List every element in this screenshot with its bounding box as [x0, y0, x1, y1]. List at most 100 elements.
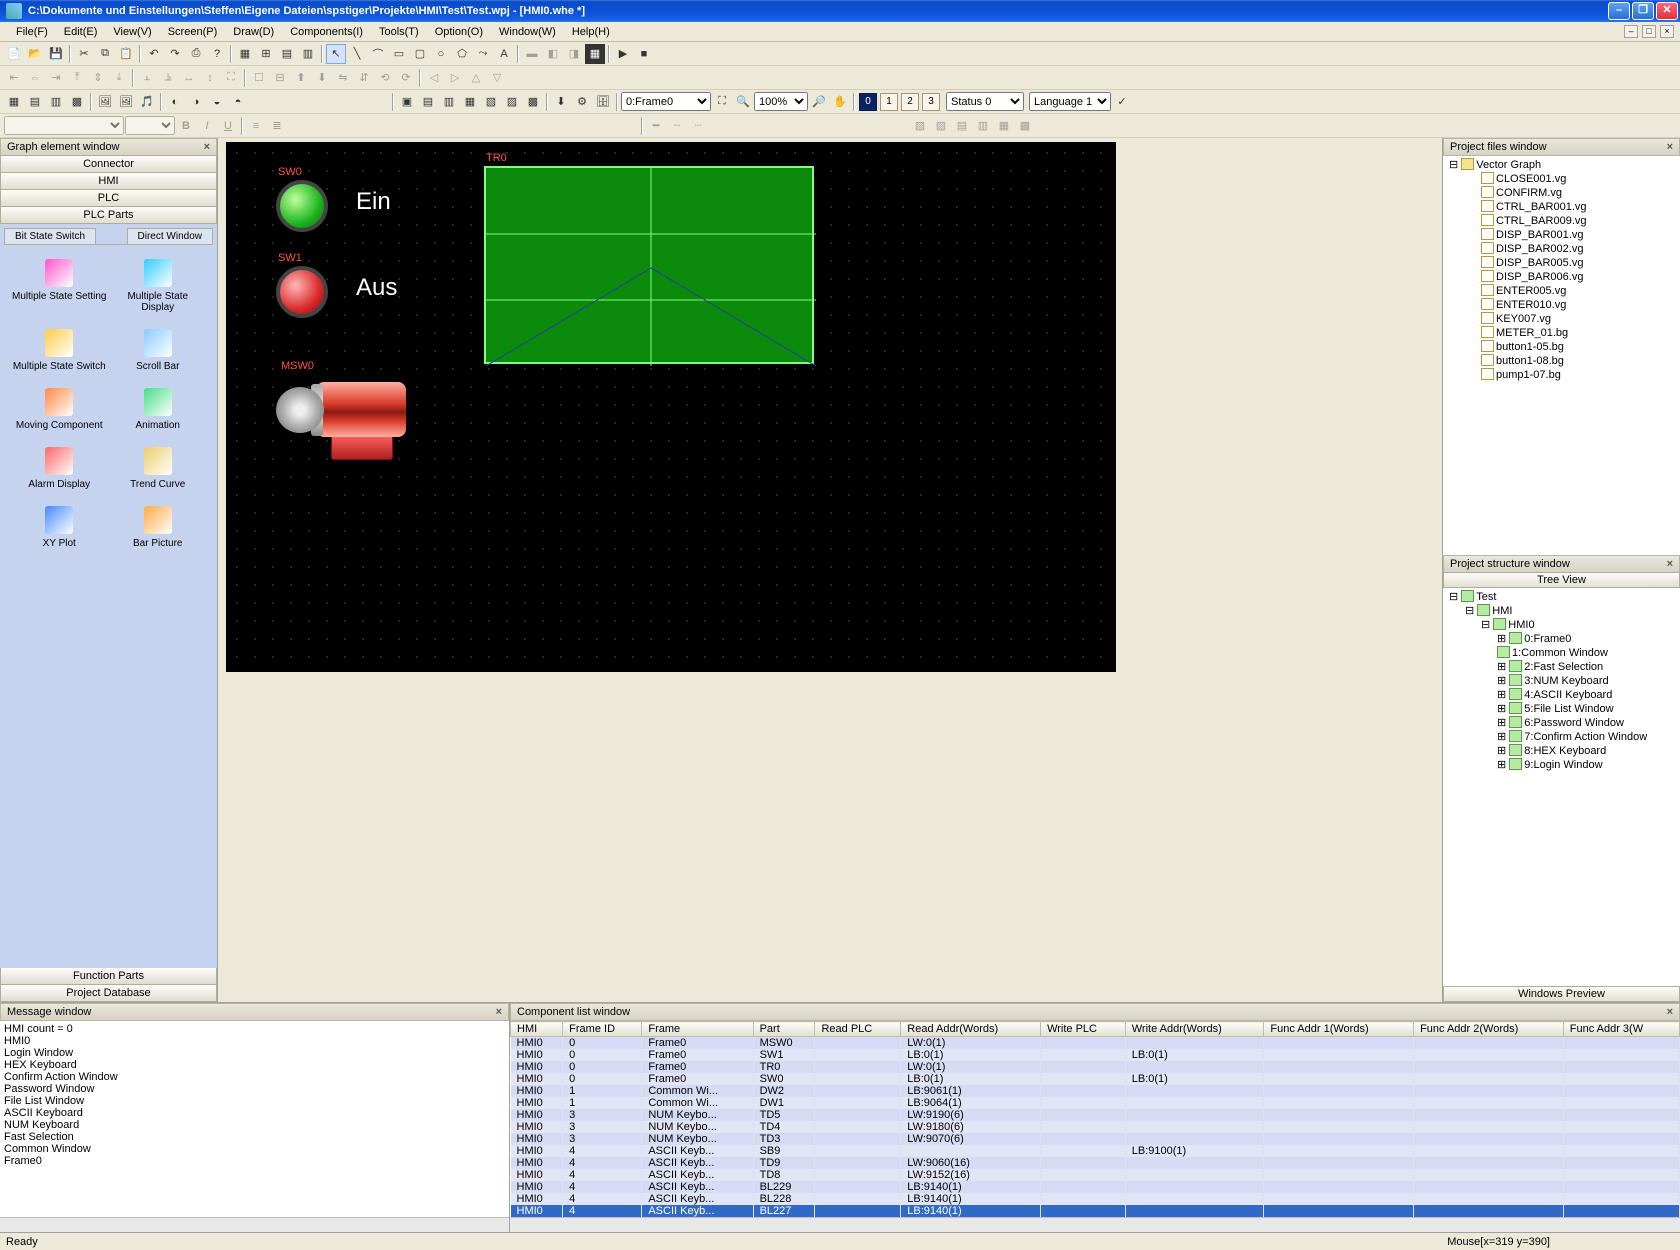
print-icon[interactable]: ⎙	[186, 44, 206, 64]
project-structure-close-icon[interactable]: ×	[1667, 558, 1673, 570]
status-dropdown[interactable]: Status 0	[946, 92, 1024, 111]
group-icon[interactable]: ☐	[249, 68, 269, 88]
state-1-button[interactable]: 1	[880, 93, 898, 111]
tb3-a-icon[interactable]: ▦	[4, 92, 24, 112]
menu-file[interactable]: File(F)	[8, 24, 56, 40]
mdi-close-button[interactable]: ×	[1660, 25, 1674, 38]
lamp-sw1[interactable]	[276, 266, 328, 318]
text-icon[interactable]: A	[494, 44, 514, 64]
align-right-icon[interactable]: ⇥	[46, 68, 66, 88]
table-row[interactable]: HMI04ASCII Keyb...BL228LB:9140(1)	[511, 1193, 1680, 1205]
message-window-close-icon[interactable]: ×	[496, 1006, 502, 1018]
mdi-minimize-button[interactable]: –	[1624, 25, 1638, 38]
tb3-l-icon[interactable]: ▦	[460, 92, 480, 112]
align-top-icon[interactable]: ⤒	[67, 68, 87, 88]
bar-function-parts[interactable]: Function Parts	[0, 967, 217, 985]
tal-1-icon[interactable]: ≡	[246, 116, 266, 136]
pointer-icon[interactable]: ↖	[326, 44, 346, 64]
grid-icon[interactable]: ▦	[235, 44, 255, 64]
part-item-7[interactable]: Trend Curve	[109, 439, 208, 498]
grid-toggle-icon[interactable]: ▦	[585, 44, 605, 64]
part-item-1[interactable]: Multiple State Display	[109, 251, 208, 321]
tb3-f-icon[interactable]: ◑	[186, 92, 206, 112]
table-row[interactable]: HMI04ASCII Keyb...TD8LW:9152(16)	[511, 1169, 1680, 1181]
table-row[interactable]: HMI00Frame0MSW0LW:0(1)	[511, 1037, 1680, 1050]
zoom-fit-icon[interactable]: ⛶	[712, 92, 732, 112]
bar-connector[interactable]: Connector	[0, 155, 217, 173]
hatch-5-icon[interactable]: ▦	[994, 116, 1014, 136]
windows-preview-tab[interactable]: Windows Preview	[1443, 986, 1680, 1002]
lang-apply-icon[interactable]: ✓	[1112, 92, 1132, 112]
download-icon[interactable]: ⬇	[551, 92, 571, 112]
state-2-button[interactable]: 2	[901, 93, 919, 111]
table-row[interactable]: HMI00Frame0SW0LB:0(1)LB:0(1)	[511, 1073, 1680, 1085]
same-size-icon[interactable]: ⛶	[221, 68, 241, 88]
menu-edit[interactable]: Edit(E)	[56, 24, 106, 40]
ellipse-icon[interactable]: ○	[431, 44, 451, 64]
state-3-button[interactable]: 3	[922, 93, 940, 111]
tb3-c-icon[interactable]: ▥	[46, 92, 66, 112]
sim-offline-icon[interactable]: ■	[634, 44, 654, 64]
table-row[interactable]: HMI04ASCII Keyb...BL227LB:9140(1)	[511, 1205, 1680, 1217]
fontsize-dropdown[interactable]	[125, 116, 175, 135]
align-bottom-icon[interactable]: ⤓	[109, 68, 129, 88]
menu-option[interactable]: Option(O)	[427, 24, 491, 40]
state-0-button[interactable]: 0	[859, 93, 877, 111]
graph-element-close-icon[interactable]: ×	[204, 141, 210, 153]
bar-hmi[interactable]: HMI	[0, 172, 217, 190]
rect-icon[interactable]: ▭	[389, 44, 409, 64]
bar-plc-parts[interactable]: PLC Parts	[0, 206, 217, 224]
same-width-icon[interactable]: ↔	[179, 68, 199, 88]
table-row[interactable]: HMI00Frame0TR0LW:0(1)	[511, 1061, 1680, 1073]
table-row[interactable]: HMI04ASCII Keyb...BL229LB:9140(1)	[511, 1181, 1680, 1193]
open-icon[interactable]: 📂	[25, 44, 45, 64]
hatch-3-icon[interactable]: ▤	[952, 116, 972, 136]
flip-h-icon[interactable]: ⇋	[333, 68, 353, 88]
frame-dropdown[interactable]: 0:Frame0	[621, 92, 711, 111]
fill2-icon[interactable]: ◧	[543, 44, 563, 64]
ungroup-icon[interactable]: ⊟	[270, 68, 290, 88]
sim-online-icon[interactable]: ▶	[613, 44, 633, 64]
redo-icon[interactable]: ↷	[165, 44, 185, 64]
new-icon[interactable]: 📄	[4, 44, 24, 64]
table-row[interactable]: HMI03NUM Keybo...TD5LW:9190(6)	[511, 1109, 1680, 1121]
menu-components[interactable]: Components(I)	[282, 24, 371, 40]
hatch-6-icon[interactable]: ▩	[1015, 116, 1035, 136]
zoom-in-icon[interactable]: 🔍	[733, 92, 753, 112]
message-list[interactable]: HMI count = 0HMI0Login WindowHEX Keyboar…	[0, 1021, 509, 1217]
part-item-8[interactable]: XY Plot	[10, 498, 109, 557]
copy-icon[interactable]: ⧉	[95, 44, 115, 64]
cut-icon[interactable]: ✂	[74, 44, 94, 64]
project-files-close-icon[interactable]: ×	[1667, 141, 1673, 153]
underline-icon[interactable]: U	[218, 116, 238, 136]
part-item-6[interactable]: Alarm Display	[10, 439, 109, 498]
tab-direct-window[interactable]: Direct Window	[127, 228, 213, 244]
undo-icon[interactable]: ↶	[144, 44, 164, 64]
table-row[interactable]: HMI04ASCII Keyb...TD9LW:9060(16)	[511, 1157, 1680, 1169]
hatch-1-icon[interactable]: ▧	[910, 116, 930, 136]
tb3-o-icon[interactable]: ▩	[523, 92, 543, 112]
component-grid[interactable]: HMIFrame IDFramePartRead PLCRead Addr(Wo…	[510, 1021, 1680, 1217]
tb3-pic2-icon[interactable]: 🖼	[116, 92, 136, 112]
project-files-tree[interactable]: ⊟ Vector GraphCLOSE001.vgCONFIRM.vgCTRL_…	[1443, 156, 1680, 555]
tb3-i-icon[interactable]: ▣	[397, 92, 417, 112]
table-row[interactable]: HMI03NUM Keybo...TD4LW:9180(6)	[511, 1121, 1680, 1133]
snap-icon[interactable]: ⊞	[256, 44, 276, 64]
zoom-out-icon[interactable]: 🔎	[809, 92, 829, 112]
tb3-n-icon[interactable]: ▨	[502, 92, 522, 112]
front-icon[interactable]: ⬆	[291, 68, 311, 88]
menu-help[interactable]: Help(H)	[564, 24, 618, 40]
line-dash-icon[interactable]: ┄	[667, 116, 687, 136]
message-scrollbar[interactable]	[0, 1217, 509, 1232]
close-button[interactable]: ✕	[1656, 2, 1678, 20]
menu-screen[interactable]: Screen(P)	[160, 24, 226, 40]
tb3-d-icon[interactable]: ▩	[67, 92, 87, 112]
distribute-v-icon[interactable]: ⫡	[158, 68, 178, 88]
distribute-h-icon[interactable]: ⫠	[137, 68, 157, 88]
bold-icon[interactable]: B	[176, 116, 196, 136]
fill-icon[interactable]: ▬	[522, 44, 542, 64]
tb3-pic-icon[interactable]: 🖼	[95, 92, 115, 112]
flip-v-icon[interactable]: ⇵	[354, 68, 374, 88]
part-item-3[interactable]: Scroll Bar	[109, 321, 208, 380]
grid2-icon[interactable]: ▤	[277, 44, 297, 64]
